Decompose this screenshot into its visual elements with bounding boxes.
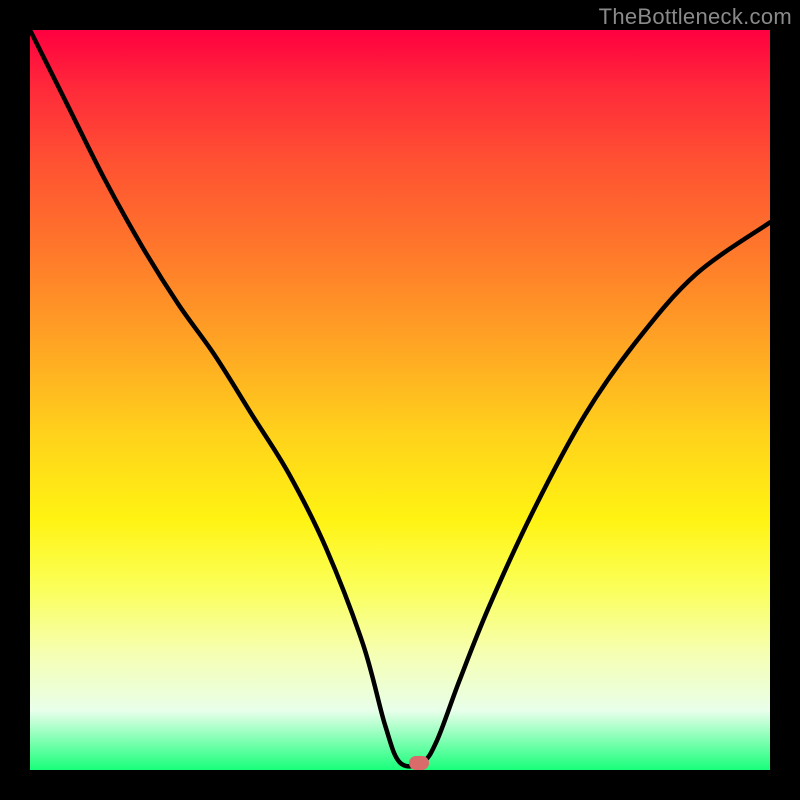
chart-frame: TheBottleneck.com: [0, 0, 800, 800]
plot-area: [30, 30, 770, 770]
sweet-spot-marker: [409, 756, 429, 770]
watermark-text: TheBottleneck.com: [599, 4, 792, 30]
bottleneck-curve: [30, 30, 770, 770]
